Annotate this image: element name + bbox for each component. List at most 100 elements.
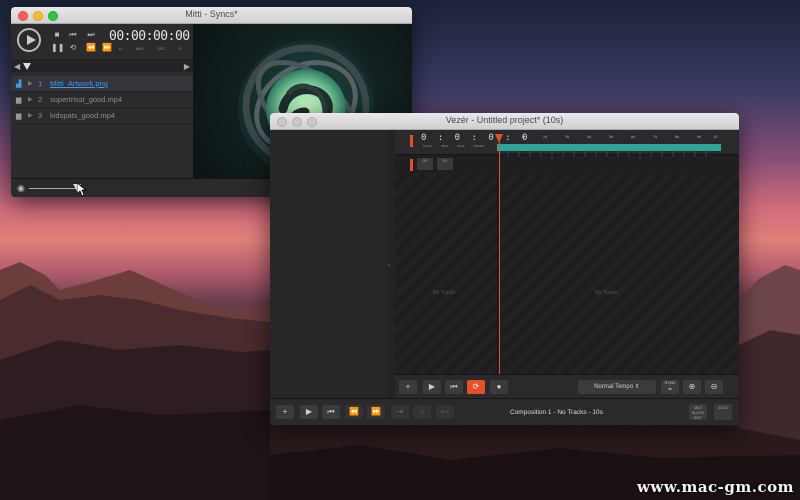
mitti-timecode: 00:00:00:00 bbox=[109, 29, 190, 44]
timecode-units: H MIN SEC F bbox=[119, 46, 182, 51]
auto-button[interactable]: AUTO bbox=[714, 404, 732, 420]
loop-icon[interactable]: ⟳ bbox=[467, 380, 485, 394]
list-item[interactable]: ▆ ▶ 3 kidspats_good.mp4 bbox=[11, 108, 193, 124]
cue-scrubber[interactable]: ◀ ▶ bbox=[11, 62, 193, 72]
play-icon[interactable]: ▶ bbox=[423, 380, 441, 394]
chevron-right-icon[interactable]: ▶ bbox=[28, 80, 38, 87]
mouse-cursor-icon bbox=[77, 183, 87, 197]
ruler-label: 5s bbox=[609, 134, 613, 139]
next-cue-icon[interactable]: ⏭ bbox=[85, 30, 97, 40]
timeline-toolbar: + ▶ ⏮ ⟳ ● Normal Tempo ⇕ SYNC ⇆ ⊕ ⊖ bbox=[395, 374, 739, 399]
cue-panel: ■ ⏮ ⏭ ❚❚ ⟲ ⏪ ⏩ 00:00:00:00 H MIN SEC F ◀… bbox=[11, 24, 193, 187]
unit-minutes: mins bbox=[440, 144, 449, 148]
ruler-label: 9s bbox=[697, 134, 701, 139]
rewind-icon[interactable]: ⏮ bbox=[322, 405, 340, 419]
loop-icon[interactable]: ⟲ bbox=[67, 43, 79, 53]
eye-icon[interactable]: ◉ bbox=[17, 183, 25, 194]
track-mini-buttons: OK OK bbox=[417, 158, 453, 170]
vezer-window-title: Vezér - Untitled project* (10s) bbox=[445, 115, 564, 125]
sync-button[interactable]: SYNC ⇆ bbox=[661, 380, 679, 394]
chevron-left-icon[interactable]: ‹ bbox=[388, 260, 391, 269]
composition-time-strip[interactable] bbox=[497, 144, 721, 157]
fast-forward-icon[interactable]: ⏩ bbox=[101, 43, 113, 53]
cue-list: ▟ ▶ 1 Mitti_Artwork.png ▆ ▶ 2 supertriss… bbox=[11, 76, 193, 124]
unit-frames: frames bbox=[473, 144, 485, 148]
scroll-right-icon[interactable]: ▶ bbox=[184, 62, 190, 71]
record-icon[interactable]: ● bbox=[490, 380, 508, 394]
tracks-area bbox=[395, 174, 739, 374]
film-icon: ▆ bbox=[16, 112, 22, 120]
add-icon[interactable]: + bbox=[399, 380, 417, 394]
chevron-right-icon[interactable]: ▶ bbox=[28, 112, 38, 119]
watermark: www.mac-gm.com bbox=[637, 478, 794, 496]
timeline-ruler[interactable]: 0 : 0 : 0 : 0 hours mins secs frames 0 1… bbox=[395, 130, 739, 157]
vezer-timecode-units: hours mins secs frames bbox=[423, 144, 484, 148]
record-tab[interactable] bbox=[410, 135, 413, 147]
scroll-left-icon[interactable]: ◀ bbox=[14, 62, 20, 71]
tempo-value: Normal Tempo bbox=[594, 384, 634, 390]
play-button[interactable] bbox=[17, 28, 41, 52]
image-icon: ▟ bbox=[16, 80, 22, 88]
tempo-select[interactable]: Normal Tempo ⇕ bbox=[578, 380, 656, 394]
stop-icon[interactable]: ■ bbox=[51, 30, 63, 40]
chevron-right-icon[interactable]: ▶ bbox=[28, 96, 38, 103]
timeline-area: 0 : 0 : 0 : 0 hours mins secs frames 0 1… bbox=[395, 130, 739, 398]
cue-number: 2 bbox=[38, 95, 43, 104]
composition-status: Composition 1 - No Tracks - 10s bbox=[510, 409, 603, 416]
ruler-label: 8s bbox=[675, 134, 679, 139]
unit-frames: F bbox=[179, 46, 182, 51]
unit-hours: hours bbox=[423, 144, 432, 148]
previous-icon[interactable]: ⏪ bbox=[345, 405, 363, 419]
vezer-titlebar[interactable]: Vezér - Untitled project* (10s) bbox=[270, 113, 739, 130]
ruler-label: 7s bbox=[653, 134, 657, 139]
playhead-line bbox=[499, 142, 500, 380]
composition-toolbar: + ▶ ⏮ ⏪ ⏩ ⇥ ⌂ SKIP Composition 1 - No Tr… bbox=[270, 398, 739, 425]
next-icon[interactable]: ⏩ bbox=[367, 405, 385, 419]
list-item[interactable]: ▆ ▶ 2 supertrisst_good.mp4 bbox=[11, 92, 193, 108]
no-tracks-label: No Tracks bbox=[433, 290, 456, 296]
track-list-panel bbox=[270, 130, 388, 398]
ruler-label: 10 bbox=[713, 134, 718, 139]
ruler-ticks: 0 1s 2s 3s 4s 5s 6s 7s 8s 9s 10 bbox=[499, 134, 718, 139]
cue-number: 3 bbox=[38, 111, 43, 120]
play-icon[interactable]: ▶ bbox=[300, 405, 318, 419]
rewind-icon[interactable]: ⏮ bbox=[445, 380, 463, 394]
mitti-window-title: Mitti - Syncs* bbox=[185, 9, 238, 19]
volume-slider[interactable] bbox=[29, 188, 79, 189]
ruler-label: 3s bbox=[565, 134, 569, 139]
add-composition-icon[interactable]: + bbox=[276, 405, 294, 419]
list-item[interactable]: ▟ ▶ 1 Mitti_Artwork.png bbox=[11, 76, 193, 92]
pause-icon[interactable]: ❚❚ bbox=[51, 43, 64, 53]
film-icon: ▆ bbox=[16, 96, 22, 104]
unit-hours: H bbox=[119, 46, 122, 51]
no-tracks-label: No Tracks bbox=[595, 290, 618, 296]
skip-label: SKIP bbox=[440, 409, 450, 414]
panel-collapse-handle[interactable]: ‹ bbox=[387, 130, 395, 398]
ruler-label: 1s bbox=[521, 134, 525, 139]
vezer-window: Vezér - Untitled project* (10s) ‹ 0 : 0 … bbox=[270, 113, 739, 425]
cue-number: 1 bbox=[38, 79, 43, 88]
mitti-titlebar[interactable]: Mitti - Syncs* bbox=[11, 7, 412, 24]
record-tab[interactable] bbox=[410, 159, 413, 171]
tracks-divider[interactable] bbox=[497, 174, 498, 374]
rewind-icon[interactable]: ⏪ bbox=[85, 43, 97, 53]
ok-button[interactable]: OK bbox=[437, 158, 453, 170]
cue-name: Mitti_Artwork.png bbox=[50, 79, 108, 88]
zoom-in-icon[interactable]: ⊕ bbox=[683, 380, 701, 394]
zoom-out-icon[interactable]: ⊖ bbox=[705, 380, 723, 394]
transport-controls: ■ ⏮ ⏭ ❚❚ ⟲ ⏪ ⏩ 00:00:00:00 H MIN SEC F bbox=[11, 24, 193, 61]
unit-minutes: MIN bbox=[135, 46, 144, 51]
ok-button[interactable]: OK bbox=[417, 158, 433, 170]
ruler-label: 6s bbox=[631, 134, 635, 139]
skip-button[interactable]: SKIP bbox=[436, 405, 454, 419]
ruler-label: 2s bbox=[543, 134, 547, 139]
jump-icon[interactable]: ⇥ bbox=[391, 405, 409, 419]
sync-label: SYNC bbox=[664, 380, 676, 385]
lock-icon[interactable]: ⌂ bbox=[413, 405, 431, 419]
scrub-marker[interactable] bbox=[23, 63, 31, 70]
unit-seconds: SEC bbox=[157, 46, 166, 51]
midi-block-edit-button[interactable]: MIDI BLOCK EDIT bbox=[689, 404, 707, 420]
cue-name: supertrisst_good.mp4 bbox=[50, 95, 123, 104]
previous-cue-icon[interactable]: ⏮ bbox=[67, 30, 79, 40]
unit-seconds: secs bbox=[457, 144, 465, 148]
